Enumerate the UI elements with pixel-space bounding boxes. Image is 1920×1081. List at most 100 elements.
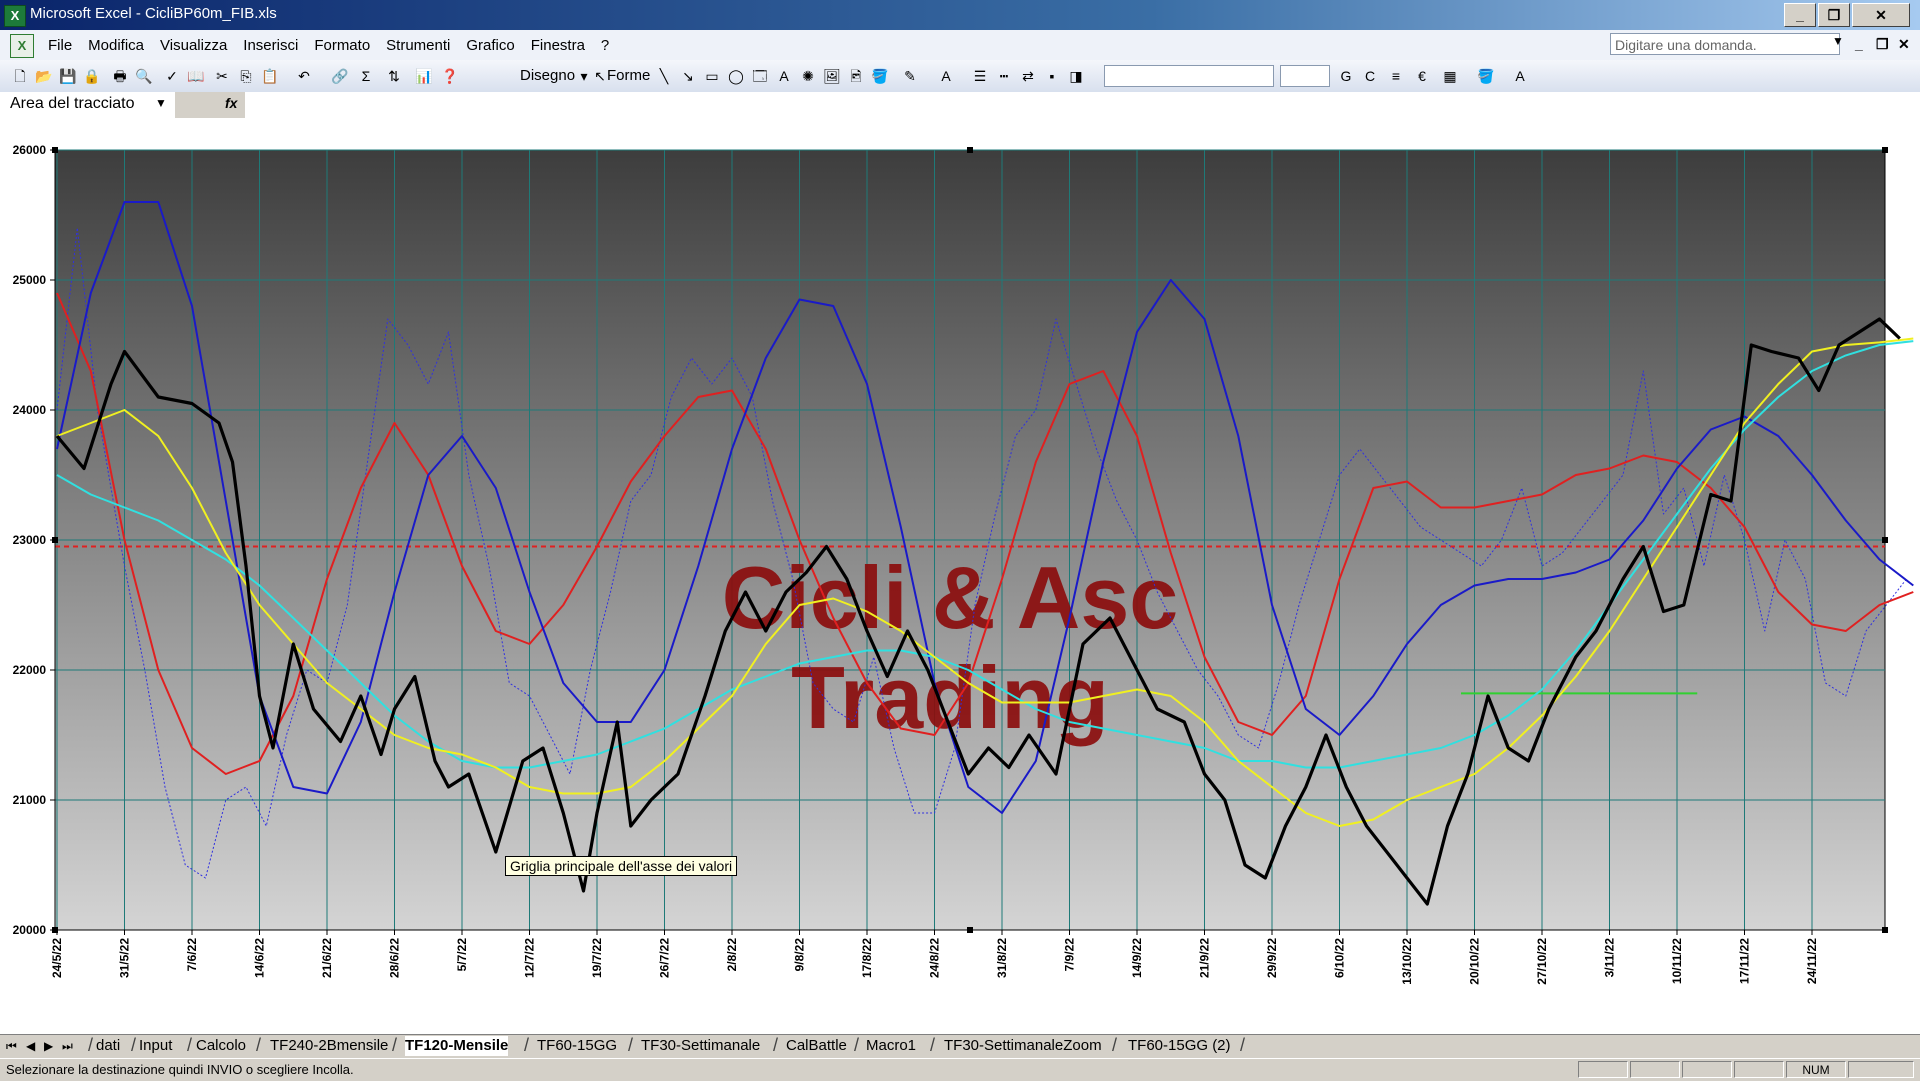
menu-strumenti[interactable]: Strumenti (378, 30, 458, 60)
dash-style-icon[interactable]: ┅ (994, 66, 1014, 86)
next-sheet-icon[interactable]: ▶ (44, 1039, 53, 1053)
oval-tool-icon[interactable]: ◯ (726, 66, 746, 86)
save-icon[interactable]: 💾 (58, 66, 78, 86)
status-panel (1848, 1061, 1914, 1078)
menu-grafico[interactable]: Grafico (458, 30, 522, 60)
sheet-tab[interactable]: CalBattle (786, 1036, 847, 1056)
minimize-button[interactable]: _ (1784, 3, 1816, 27)
font-color-icon[interactable]: A (1510, 66, 1530, 86)
undo-icon[interactable]: ↶ (294, 66, 314, 86)
sheet-tab[interactable]: TF30-SettimanaleZoom (944, 1036, 1102, 1056)
line-style-icon[interactable]: ☰ (970, 66, 990, 86)
print-icon[interactable]: 🖶 (110, 66, 130, 86)
sheet-tab[interactable]: Macro1 (866, 1036, 916, 1056)
last-sheet-icon[interactable]: ⏭ (62, 1039, 73, 1054)
sheet-tab[interactable]: TF60-15GG (2) (1128, 1036, 1231, 1056)
rectangle-tool-icon[interactable]: ▭ (702, 66, 722, 86)
sheet-tab[interactable]: Input (139, 1036, 172, 1056)
3d-icon[interactable]: ◨ (1066, 66, 1086, 86)
workbook-icon[interactable]: X (10, 34, 34, 58)
menu-help[interactable]: ? (593, 30, 617, 60)
selection-handle[interactable] (52, 537, 58, 543)
x-tick-label: 14/6/22 (253, 938, 267, 978)
sheet-tab[interactable]: dati (96, 1036, 120, 1056)
hyperlink-icon[interactable]: 🔗 (330, 66, 350, 86)
chart-wizard-icon[interactable]: 📊 (414, 66, 434, 86)
wordart-icon[interactable]: A (774, 66, 794, 86)
print-preview-icon[interactable]: 🔍 (134, 66, 154, 86)
arrow-style-icon[interactable]: ⇄ (1018, 66, 1038, 86)
selection-handle[interactable] (967, 927, 973, 933)
picture-icon[interactable]: 🖻 (846, 66, 866, 86)
new-icon[interactable]: 🗋 (10, 66, 30, 86)
chevron-down-icon[interactable]: ▼ (1832, 34, 1844, 48)
font-name-combo[interactable] (1104, 65, 1274, 87)
selection-handle[interactable] (967, 147, 973, 153)
menu-formato[interactable]: Formato (306, 30, 378, 60)
selection-handle[interactable] (1882, 537, 1888, 543)
shadow-icon[interactable]: ▪ (1042, 66, 1062, 86)
menu-inserisci[interactable]: Inserisci (235, 30, 306, 60)
font-size-combo[interactable] (1280, 65, 1330, 87)
align-icon[interactable]: ≡ (1386, 66, 1406, 86)
borders-icon[interactable]: ▦ (1440, 66, 1460, 86)
highlight-icon[interactable]: 🪣 (1476, 66, 1496, 86)
menu-modifica[interactable]: Modifica (80, 30, 152, 60)
fill-color-icon[interactable]: 🪣 (870, 66, 890, 86)
doc-restore-button[interactable]: ❐ (1876, 36, 1889, 53)
textbox-icon[interactable]: 🗔 (750, 66, 770, 86)
selection-handle[interactable] (52, 147, 58, 153)
restore-button[interactable]: ❐ (1818, 3, 1850, 27)
x-tick-label: 3/11/22 (1603, 938, 1617, 978)
name-box[interactable]: Area del tracciato (4, 93, 174, 115)
forme-menu[interactable]: Forme (607, 67, 650, 84)
prev-sheet-icon[interactable]: ◀ (26, 1039, 35, 1053)
excel-icon[interactable]: X (4, 5, 26, 27)
cut-icon[interactable]: ✂ (212, 66, 232, 86)
chevron-down-icon[interactable]: ▼ (155, 96, 167, 110)
permission-icon[interactable]: 🔒 (82, 66, 102, 86)
autosum-icon[interactable]: Σ (356, 66, 376, 86)
help-search-input[interactable]: Digitare una domanda. (1610, 33, 1840, 55)
x-tick-label: 7/9/22 (1063, 938, 1077, 972)
sort-icon[interactable]: ⇅ (384, 66, 404, 86)
toolbar: 🗋 📂 💾 🔒 🖶 🔍 ✓ 📖 ✂ ⎘ 📋 ↶ 🔗 Σ ⇅ 📊 ❓ Disegn… (0, 60, 1920, 93)
spelling-icon[interactable]: ✓ (162, 66, 182, 86)
sheet-tab[interactable]: TF60-15GG (537, 1036, 617, 1056)
tab-divider: / (628, 1035, 634, 1055)
menu-finestra[interactable]: Finestra (523, 30, 593, 60)
euro-icon[interactable]: € (1412, 66, 1432, 86)
italic-icon[interactable]: C (1360, 66, 1380, 86)
diagram-icon[interactable]: ✺ (798, 66, 818, 86)
menu-visualizza[interactable]: Visualizza (152, 30, 235, 60)
chart[interactable]: Cicli & AscTrading 200002100022000230002… (0, 118, 1920, 1034)
sheet-tab[interactable]: TF240-2Bmensile (270, 1036, 388, 1056)
selection-handle[interactable] (1882, 927, 1888, 933)
arrow-tool-icon[interactable]: ↘ (678, 66, 698, 86)
num-lock-indicator: NUM (1786, 1061, 1846, 1078)
sheet-tab[interactable]: TF30-Settimanale (641, 1036, 760, 1056)
x-tick-label: 27/10/22 (1535, 938, 1549, 985)
paste-icon[interactable]: 📋 (260, 66, 280, 86)
x-tick-label: 21/9/22 (1198, 938, 1212, 978)
sheet-tab-active[interactable]: TF120-Mensile (405, 1036, 509, 1056)
line-tool-icon[interactable]: ╲ (654, 66, 674, 86)
disegno-menu[interactable]: Disegno (520, 67, 575, 84)
help-icon[interactable]: ❓ (440, 66, 460, 86)
selection-handle[interactable] (1882, 147, 1888, 153)
sheet-tab[interactable]: Calcolo (196, 1036, 246, 1056)
bold-icon[interactable]: G (1336, 66, 1356, 86)
close-button[interactable]: ✕ (1852, 3, 1910, 27)
research-icon[interactable]: 📖 (186, 66, 206, 86)
open-icon[interactable]: 📂 (34, 66, 54, 86)
doc-close-button[interactable]: ✕ (1898, 36, 1910, 53)
menu-file[interactable]: File (40, 30, 80, 60)
doc-minimize-button[interactable]: _ (1855, 36, 1863, 52)
font-color-icon[interactable]: A (936, 66, 956, 86)
copy-icon[interactable]: ⎘ (236, 66, 256, 86)
line-color-icon[interactable]: ✎ (900, 66, 920, 86)
clipart-icon[interactable]: 🖼 (822, 66, 842, 86)
fx-icon[interactable]: fx (225, 95, 237, 111)
selection-handle[interactable] (52, 927, 58, 933)
first-sheet-icon[interactable]: ⏮ (6, 1039, 17, 1054)
